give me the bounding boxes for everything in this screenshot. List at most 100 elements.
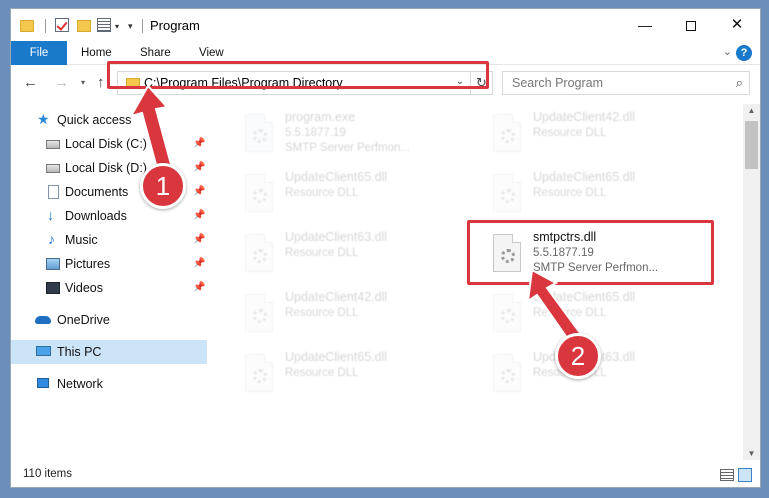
- pin-icon[interactable]: 📌: [193, 180, 205, 204]
- sidebar-item-videos[interactable]: Videos 📌: [11, 276, 207, 300]
- close-button[interactable]: ✕: [714, 9, 760, 41]
- sidebar-item-label: Music: [65, 233, 98, 247]
- file-highlight: [467, 220, 714, 285]
- item-count: 110 items: [23, 468, 73, 480]
- file-name: UpdateClient65.dll: [285, 350, 388, 364]
- address-bar-highlight: [107, 61, 489, 89]
- up-button[interactable]: ↑: [97, 74, 105, 91]
- pin-icon[interactable]: 📌: [193, 132, 205, 156]
- download-icon: ↓: [47, 207, 54, 223]
- sidebar-item-this-pc[interactable]: This PC: [11, 340, 207, 364]
- dll-file-icon: [489, 354, 523, 394]
- dll-file-icon: [241, 174, 275, 214]
- file-item[interactable]: UpdateClient65.dll Resource DLL: [475, 166, 705, 222]
- file-name: UpdateClient63.dll: [285, 230, 388, 244]
- file-item[interactable]: UpdateClient42.dll Resource DLL: [475, 106, 705, 162]
- back-button[interactable]: ←: [23, 74, 38, 91]
- pin-icon[interactable]: 📌: [193, 276, 205, 300]
- properties-icon[interactable]: [97, 18, 111, 32]
- step-1-badge: 1: [140, 163, 186, 209]
- tab-file[interactable]: File: [11, 41, 67, 65]
- sidebar-item-label: OneDrive: [57, 313, 110, 327]
- sidebar-item-downloads[interactable]: ↓ Downloads 📌: [11, 204, 207, 228]
- sidebar-item-onedrive[interactable]: OneDrive: [11, 308, 207, 332]
- status-bar: 110 items: [11, 464, 760, 487]
- search-box[interactable]: Search Program ⌕: [502, 71, 750, 95]
- folder-icon[interactable]: [20, 20, 34, 32]
- file-name: UpdateClient42.dll: [285, 290, 388, 304]
- maximize-button[interactable]: [668, 9, 714, 41]
- file-item[interactable]: UpdateClient42.dll Resource DLL: [227, 286, 457, 342]
- file-description: Resource DLL: [285, 367, 359, 379]
- pin-icon[interactable]: 📌: [193, 252, 205, 276]
- scroll-down-arrow-icon[interactable]: ▼: [743, 449, 760, 458]
- videos-icon: [46, 282, 60, 294]
- sidebar-item-label: Network: [57, 377, 103, 391]
- sidebar-item-network[interactable]: Network: [11, 372, 207, 396]
- sidebar-item-local-disk-c[interactable]: Local Disk (C:) 📌: [11, 132, 207, 156]
- sidebar-item-label: Local Disk (C:): [65, 137, 147, 151]
- expand-ribbon-chevron-icon[interactable]: ⌄: [723, 45, 732, 58]
- large-icons-view-icon[interactable]: [738, 468, 752, 482]
- customize-toolbar-chevron-icon[interactable]: ▾: [115, 22, 119, 38]
- file-description: Resource DLL: [285, 187, 359, 199]
- file-item[interactable]: UpdateClient65.dll Resource DLL: [475, 286, 705, 342]
- title-divider: [142, 19, 143, 33]
- minimize-button[interactable]: —: [622, 9, 668, 41]
- sidebar-item-label: This PC: [57, 345, 102, 359]
- computer-icon: [36, 346, 51, 356]
- file-name: program.exe: [285, 110, 356, 124]
- help-icon[interactable]: ?: [736, 45, 752, 61]
- sidebar-item-label: Pictures: [65, 257, 111, 271]
- pin-icon[interactable]: 📌: [193, 156, 205, 180]
- dll-file-icon: [241, 354, 275, 394]
- sidebar-item-label: Videos: [65, 281, 103, 295]
- disk-icon: [46, 140, 60, 149]
- file-name: UpdateClient65.dll: [285, 170, 388, 184]
- toolbar-divider: [45, 19, 46, 33]
- dll-file-icon: [241, 294, 275, 334]
- forward-button[interactable]: →: [54, 74, 69, 91]
- pin-toolbar-icon[interactable]: ▾: [128, 21, 133, 37]
- file-description: Resource DLL: [533, 307, 607, 319]
- file-description: Resource DLL: [533, 127, 607, 139]
- window-title: Program: [150, 18, 200, 33]
- sidebar-item-music[interactable]: ♪ Music 📌: [11, 228, 207, 252]
- navigation-pane: ★ Quick access Local Disk (C:) 📌 Local D…: [11, 104, 217, 460]
- dll-file-icon: [489, 114, 523, 154]
- pin-icon[interactable]: 📌: [193, 228, 205, 252]
- cloud-icon: [35, 316, 51, 324]
- search-icon[interactable]: ⌕: [736, 75, 743, 91]
- search-input[interactable]: Search Program: [512, 76, 603, 90]
- file-item[interactable]: UpdateClient65.dll Resource DLL: [227, 166, 457, 222]
- file-item[interactable]: program.exe 5.5.1877.19 SMTP Server Perf…: [227, 106, 457, 162]
- file-item[interactable]: UpdateClient65.dll Resource DLL: [227, 346, 457, 402]
- file-name: UpdateClient42.dll: [533, 110, 636, 124]
- scroll-thumb[interactable]: [745, 121, 758, 169]
- file-name: UpdateClient65.dll: [533, 290, 636, 304]
- file-item[interactable]: UpdateClient63.dll Resource DLL: [227, 226, 457, 282]
- sidebar-item-label: Downloads: [65, 209, 127, 223]
- sidebar-item-label: Documents: [65, 185, 129, 199]
- new-folder-icon[interactable]: [77, 20, 91, 32]
- vertical-scrollbar[interactable]: ▲ ▼: [743, 104, 760, 460]
- sidebar-item-pictures[interactable]: Pictures 📌: [11, 252, 207, 276]
- scroll-up-arrow-icon[interactable]: ▲: [743, 106, 760, 115]
- file-description: Resource DLL: [285, 307, 359, 319]
- sidebar-item-quick-access[interactable]: ★ Quick access: [11, 108, 207, 132]
- dll-file-icon: [489, 174, 523, 214]
- file-version: 5.5.1877.19: [285, 127, 346, 139]
- file-description: SMTP Server Perfmon...: [285, 142, 411, 154]
- star-icon: ★: [37, 111, 50, 127]
- details-view-icon[interactable]: [720, 469, 734, 481]
- properties-checkmark-icon[interactable]: [55, 18, 69, 32]
- dll-file-icon: [489, 294, 523, 334]
- recent-locations-chevron-icon[interactable]: ▾: [81, 78, 85, 87]
- title-bar: ▾ ▾ Program — ✕: [11, 9, 760, 41]
- pin-icon[interactable]: 📌: [193, 204, 205, 228]
- network-icon: [37, 378, 49, 388]
- music-icon: ♪: [48, 231, 55, 247]
- step-2-badge: 2: [555, 333, 601, 379]
- pictures-icon: [46, 258, 60, 270]
- disk-icon: [46, 164, 60, 173]
